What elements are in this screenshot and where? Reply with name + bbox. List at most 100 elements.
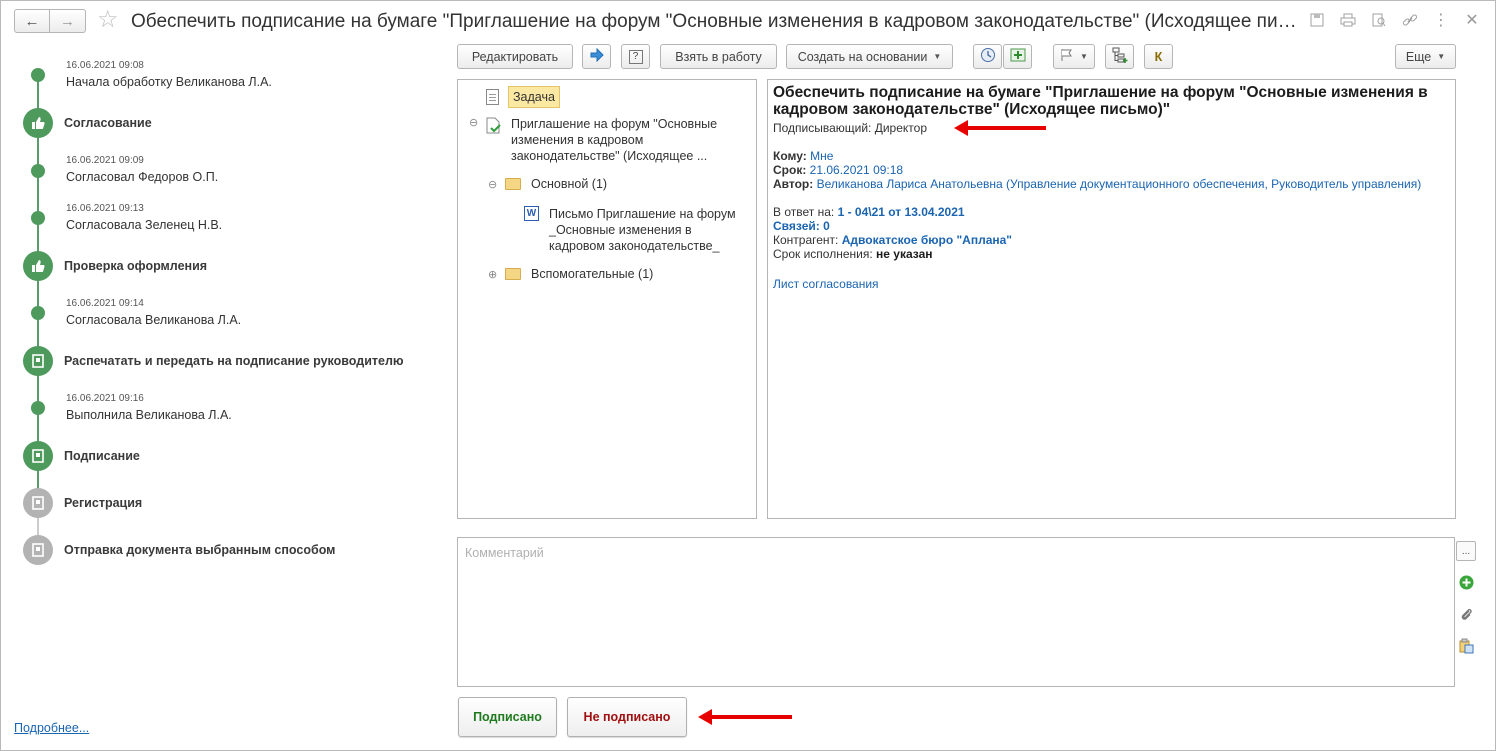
step-label: Согласование (64, 116, 152, 130)
window-title: Обеспечить подписание на бумаге "Приглаш… (131, 11, 1301, 32)
links-value[interactable]: Связей: 0 (773, 219, 830, 233)
dropdown-caret-icon: ▼ (1437, 52, 1446, 61)
annotation-arrow (698, 709, 792, 725)
event-text: Согласовала Зеленец Н.В. (66, 218, 223, 232)
reply-label: В ответ на: (773, 205, 835, 219)
document-icon (23, 346, 53, 376)
approval-row: Лист согласования (773, 277, 1450, 291)
close-icon[interactable]: ✕ (1462, 10, 1482, 30)
not-signed-button[interactable]: Не подписано (567, 697, 687, 737)
event-text: Согласовал Федоров О.П. (66, 170, 219, 184)
comment-expand-button[interactable]: ... (1456, 541, 1476, 561)
event-date: 16.06.2021 09:14 (66, 298, 144, 309)
event-date: 16.06.2021 09:13 (66, 203, 144, 214)
author-value[interactable]: Великанова Лариса Анатольевна (Управлени… (817, 177, 1422, 191)
event-date: 16.06.2021 09:08 (66, 60, 144, 71)
k-button[interactable]: К (1144, 44, 1173, 69)
tree-folder-aux[interactable]: Вспомогательные (1) (505, 267, 653, 281)
tree-item-file[interactable]: W Письмо Приглашение на форум _Основные … (524, 206, 749, 254)
due-value[interactable]: 21.06.2021 09:18 (810, 163, 903, 177)
step-label: Распечатать и передать на подписание рук… (64, 354, 404, 368)
event-text: Начала обработку Великанова Л.А. (66, 75, 272, 89)
author-row: Автор: Великанова Лариса Анатольевна (Уп… (773, 177, 1450, 191)
thumbs-up-icon (23, 251, 53, 281)
word-icon: W (524, 206, 539, 221)
step-label: Отправка документа выбранным способом (64, 543, 336, 557)
tree-document-label: Приглашение на форум "Основные изменения… (511, 117, 718, 163)
paste-template-icon[interactable] (1458, 638, 1474, 654)
add-icon[interactable] (1458, 574, 1474, 590)
task-label: Задача (508, 86, 560, 108)
approval-sheet-link[interactable]: Лист согласования (773, 277, 879, 291)
structure-button[interactable] (1105, 44, 1134, 69)
back-button[interactable]: ← (14, 9, 50, 33)
contractor-value[interactable]: Адвокатское бюро "Аплана" (842, 233, 1012, 247)
reply-value[interactable]: 1 - 04\21 от 13.04.2021 (838, 205, 965, 219)
more-details-link[interactable]: Подробнее... (14, 721, 89, 735)
due-row: Срок: 21.06.2021 09:18 (773, 163, 1450, 177)
document-signed-icon (486, 117, 501, 137)
more-button[interactable]: Еще ▼ (1395, 44, 1456, 69)
author-label: Автор: (773, 177, 814, 191)
folder-aux-label: Вспомогательные (1) (531, 267, 654, 281)
create-based-on-button[interactable]: Создать на основании ▼ (786, 44, 953, 69)
links-row: Связей: 0 (773, 219, 1450, 233)
comment-field[interactable]: Комментарий (457, 537, 1455, 687)
arrow-right-icon: → (60, 12, 75, 30)
signed-button[interactable]: Подписано (458, 697, 557, 737)
tree-item-document[interactable]: Приглашение на форум "Основные изменения… (486, 116, 726, 164)
folder-main-label: Основной (1) (531, 177, 608, 191)
contractor-row: Контрагент: Адвокатское бюро "Аплана" (773, 233, 1450, 247)
paperclip-icon[interactable] (1458, 606, 1474, 622)
contractor-label: Контрагент: (773, 233, 839, 247)
forward-arrow-button[interactable] (582, 44, 611, 69)
document-icon (23, 488, 53, 518)
dropdown-caret-icon: ▼ (933, 52, 942, 61)
timeline-dot (31, 164, 45, 178)
clock-icon (980, 47, 996, 66)
edit-button[interactable]: Редактировать (457, 44, 573, 69)
add-report-button[interactable] (1003, 44, 1032, 69)
folder-icon (505, 268, 521, 280)
favorite-star-icon[interactable]: ☆ (97, 7, 119, 33)
not-signed-label: Не подписано (583, 710, 671, 724)
take-button-label: Взять в работу (675, 49, 762, 64)
step-label: Проверка оформления (64, 259, 208, 273)
edit-button-label: Редактировать (471, 49, 559, 64)
more-label: Еще (1405, 49, 1432, 64)
more-vertical-icon[interactable]: ⋮ (1431, 10, 1451, 30)
file-label: Письмо Приглашение на форум _Основные из… (549, 207, 736, 253)
thumbs-up-icon (23, 108, 53, 138)
help-button[interactable]: ? (621, 44, 650, 69)
create-based-label: Создать на основании (797, 49, 928, 64)
print-icon[interactable] (1338, 10, 1358, 30)
history-button[interactable] (973, 44, 1002, 69)
save-icon[interactable] (1307, 10, 1327, 30)
k-label: К (1154, 49, 1163, 64)
collapse-icon[interactable]: ⊖ (469, 116, 478, 129)
tree-folder-main[interactable]: Основной (1) (505, 177, 607, 191)
link-icon[interactable] (1400, 10, 1420, 30)
collapse-icon[interactable]: ⊖ (488, 178, 497, 191)
tree-item-task[interactable]: Задача (486, 86, 560, 108)
forward-button[interactable]: → (50, 9, 86, 33)
exec-value: не указан (876, 247, 933, 261)
annotation-arrow (954, 120, 1046, 136)
document-icon (486, 89, 499, 105)
take-to-work-button[interactable]: Взять в работу (660, 44, 777, 69)
to-value[interactable]: Мне (810, 149, 833, 163)
step-label: Подписание (64, 449, 140, 463)
flag-button[interactable]: ▼ (1053, 44, 1095, 69)
document-icon (23, 535, 53, 565)
arrow-right-blue-icon (590, 47, 604, 65)
event-date: 16.06.2021 09:16 (66, 393, 144, 404)
timeline-dot (31, 306, 45, 320)
chart-add-icon (1010, 47, 1026, 66)
window-tools: ⋮ ✕ (1307, 10, 1482, 30)
preview-icon[interactable] (1369, 10, 1389, 30)
document-icon (23, 441, 53, 471)
attachments-tree: Задача ⊖ Приглашение на форум "Основные … (457, 79, 757, 519)
folder-icon (505, 178, 521, 190)
timeline-dot (31, 211, 45, 225)
expand-icon[interactable]: ⊕ (488, 268, 497, 281)
